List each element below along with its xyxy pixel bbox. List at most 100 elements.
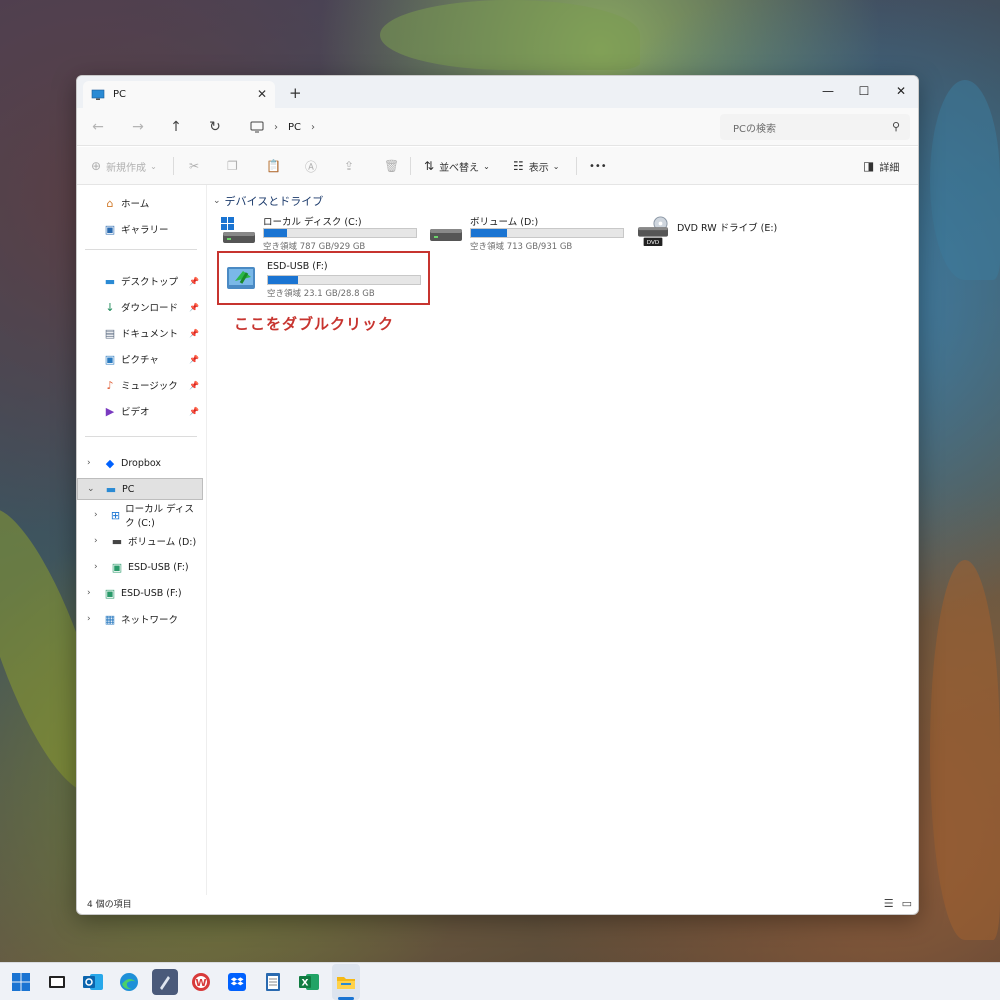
chevron-down-icon[interactable]: ⌄ — [87, 484, 95, 494]
pen-app-icon[interactable] — [152, 969, 178, 995]
usb-drive-icon: ▣ — [104, 586, 116, 600]
cut-icon: ✂ — [189, 159, 200, 173]
chevron-down-icon: ⌄ — [483, 161, 490, 171]
breadcrumb-chevron-icon[interactable]: › — [311, 122, 315, 133]
status-bar: 4 個の項目 ☰ ▭ — [77, 893, 918, 914]
chevron-right-icon[interactable]: › — [87, 588, 91, 598]
drive-name: ボリューム (D:) — [470, 217, 539, 228]
excel-icon[interactable]: X — [296, 969, 322, 995]
breadcrumb-chevron-icon[interactable]: › — [274, 122, 278, 133]
sidebar-item-label: ローカル ディスク (C:) — [125, 504, 194, 529]
forward-button[interactable]: → — [127, 117, 149, 137]
chevron-right-icon[interactable]: › — [94, 536, 98, 546]
windows-drive-icon: ⊞ — [110, 508, 121, 522]
sidebar-item-dropbox[interactable]: › ◆ Dropbox — [77, 452, 203, 474]
drive-usage-bar — [470, 228, 624, 238]
sort-button[interactable]: ⇅ 並べ替え ⌄ — [424, 157, 490, 175]
close-icon: ✕ — [895, 84, 907, 98]
up-button[interactable]: ↑ — [165, 117, 187, 137]
sidebar-item-music[interactable]: ♪ ミュージック 📌 — [77, 374, 203, 396]
rename-button[interactable]: Ⓐ — [305, 157, 322, 175]
pin-icon[interactable]: 📌 — [189, 407, 199, 416]
forward-arrow-icon: → — [132, 119, 144, 135]
delete-button[interactable]: 🗑 — [384, 157, 404, 175]
svg-text:W: W — [195, 978, 206, 989]
file-explorer-icon[interactable] — [333, 969, 359, 995]
sidebar-item-pc[interactable]: ⌄ ▬ PC — [77, 478, 203, 500]
more-button[interactable]: ••• — [589, 157, 607, 175]
highlight-box — [217, 251, 430, 305]
sidebar-item-label: ダウンロード — [121, 303, 179, 314]
close-button[interactable]: ✕ — [882, 79, 918, 103]
breadcrumb-pc[interactable]: PC — [288, 122, 301, 133]
sidebar-item-esd-usb-f[interactable]: › ▣ ESD-USB (F:) — [77, 556, 203, 578]
chevron-right-icon[interactable]: › — [94, 562, 98, 572]
details-button[interactable]: ◨ 詳細 — [863, 157, 899, 175]
pin-icon[interactable]: 📌 — [189, 277, 199, 286]
pin-icon[interactable]: 📌 — [189, 381, 199, 390]
computer-icon — [250, 121, 264, 133]
search-box[interactable]: PCの検索 ⚲ — [720, 114, 910, 140]
svg-text:DVD: DVD — [647, 240, 659, 246]
sidebar-item-documents[interactable]: ▤ ドキュメント 📌 — [77, 322, 203, 344]
back-button[interactable]: ← — [87, 117, 109, 137]
notepad-icon[interactable] — [260, 969, 286, 995]
chevron-right-icon[interactable]: › — [87, 458, 91, 468]
sort-icon: ⇅ — [424, 159, 435, 173]
drive-dvd-e[interactable]: DVD DVD RW ドライブ (E:) — [635, 214, 835, 248]
drive-local-disk-c[interactable]: ローカル ディスク (C:) 空き領域 787 GB/929 GB — [221, 214, 421, 252]
network-icon: ▦ — [104, 612, 116, 626]
tiles-view-icon[interactable]: ▭ — [902, 897, 912, 910]
outlook-icon[interactable] — [80, 969, 106, 995]
details-view-icon[interactable]: ☰ — [884, 897, 894, 910]
sidebar-item-videos[interactable]: ▶ ビデオ 📌 — [77, 400, 203, 422]
refresh-button[interactable]: ↻ — [204, 117, 226, 137]
new-label: 新規作成 — [106, 162, 147, 174]
pin-icon[interactable]: 📌 — [189, 355, 199, 364]
dropbox-icon[interactable] — [224, 969, 250, 995]
pin-icon[interactable]: 📌 — [189, 303, 199, 312]
wordpress-icon[interactable]: W — [188, 969, 214, 995]
sidebar-item-pictures[interactable]: ▣ ピクチャ 📌 — [77, 348, 203, 370]
task-view-icon[interactable] — [44, 969, 70, 995]
edge-icon[interactable] — [116, 969, 142, 995]
start-icon[interactable] — [8, 969, 34, 995]
rename-icon: Ⓐ — [305, 159, 318, 174]
chevron-right-icon[interactable]: › — [94, 510, 98, 520]
sidebar-item-home[interactable]: ⌂ ホーム — [77, 192, 203, 214]
sidebar-item-label: デスクトップ — [121, 277, 179, 288]
paste-button[interactable]: 📋 — [266, 157, 286, 175]
sidebar-item-label: ESD-USB (F:) — [128, 561, 189, 573]
sidebar-item-desktop[interactable]: ▬ デスクトップ 📌 — [77, 270, 203, 292]
sidebar-item-esd-usb-f-root[interactable]: › ▣ ESD-USB (F:) — [77, 582, 203, 604]
sidebar-item-network[interactable]: › ▦ ネットワーク — [77, 608, 203, 630]
cut-button[interactable]: ✂ — [189, 157, 204, 175]
view-toggle-group: ☰ ▭ — [884, 897, 912, 910]
wallpaper-foliage — [930, 80, 1000, 280]
sidebar-item-gallery[interactable]: ▣ ギャラリー — [77, 218, 203, 240]
chevron-right-icon[interactable]: › — [87, 614, 91, 624]
section-header-devices[interactable]: ⌄ デバイスとドライブ — [213, 193, 323, 209]
share-button[interactable]: ⇪ — [344, 157, 359, 175]
drive-volume-d[interactable]: ボリューム (D:) 空き領域 713 GB/931 GB — [428, 214, 628, 252]
drive-icon: ▬ — [111, 534, 123, 548]
new-tab-button[interactable]: + — [289, 84, 302, 102]
view-button[interactable]: ☷ 表示 ⌄ — [513, 157, 559, 175]
tab-title: PC — [113, 89, 127, 100]
sidebar-item-local-disk-c[interactable]: › ⊞ ローカル ディスク (C:) — [77, 504, 203, 529]
drive-free-space: 空き領域 713 GB/931 GB — [470, 242, 573, 252]
windows-drive-icon — [221, 217, 255, 243]
pin-icon[interactable]: 📌 — [189, 329, 199, 338]
close-tab-icon[interactable]: ✕ — [257, 87, 267, 101]
minimize-button[interactable]: — — [809, 79, 847, 103]
address-box[interactable]: › PC › — [240, 114, 710, 140]
tab-pc[interactable]: PC ✕ — [83, 81, 275, 108]
title-bar[interactable]: PC ✕ + — ☐ ✕ — [77, 76, 918, 108]
maximize-button[interactable]: ☐ — [845, 79, 883, 103]
copy-button[interactable]: ❐ — [227, 157, 243, 175]
pc-icon — [91, 89, 105, 100]
sidebar-item-downloads[interactable]: ↓ ダウンロード 📌 — [77, 296, 203, 318]
new-button[interactable]: ⊕ 新規作成 ⌄ — [91, 157, 157, 175]
sidebar-item-volume-d[interactable]: › ▬ ボリューム (D:) — [77, 530, 203, 552]
chevron-down-icon: ⌄ — [150, 161, 157, 171]
